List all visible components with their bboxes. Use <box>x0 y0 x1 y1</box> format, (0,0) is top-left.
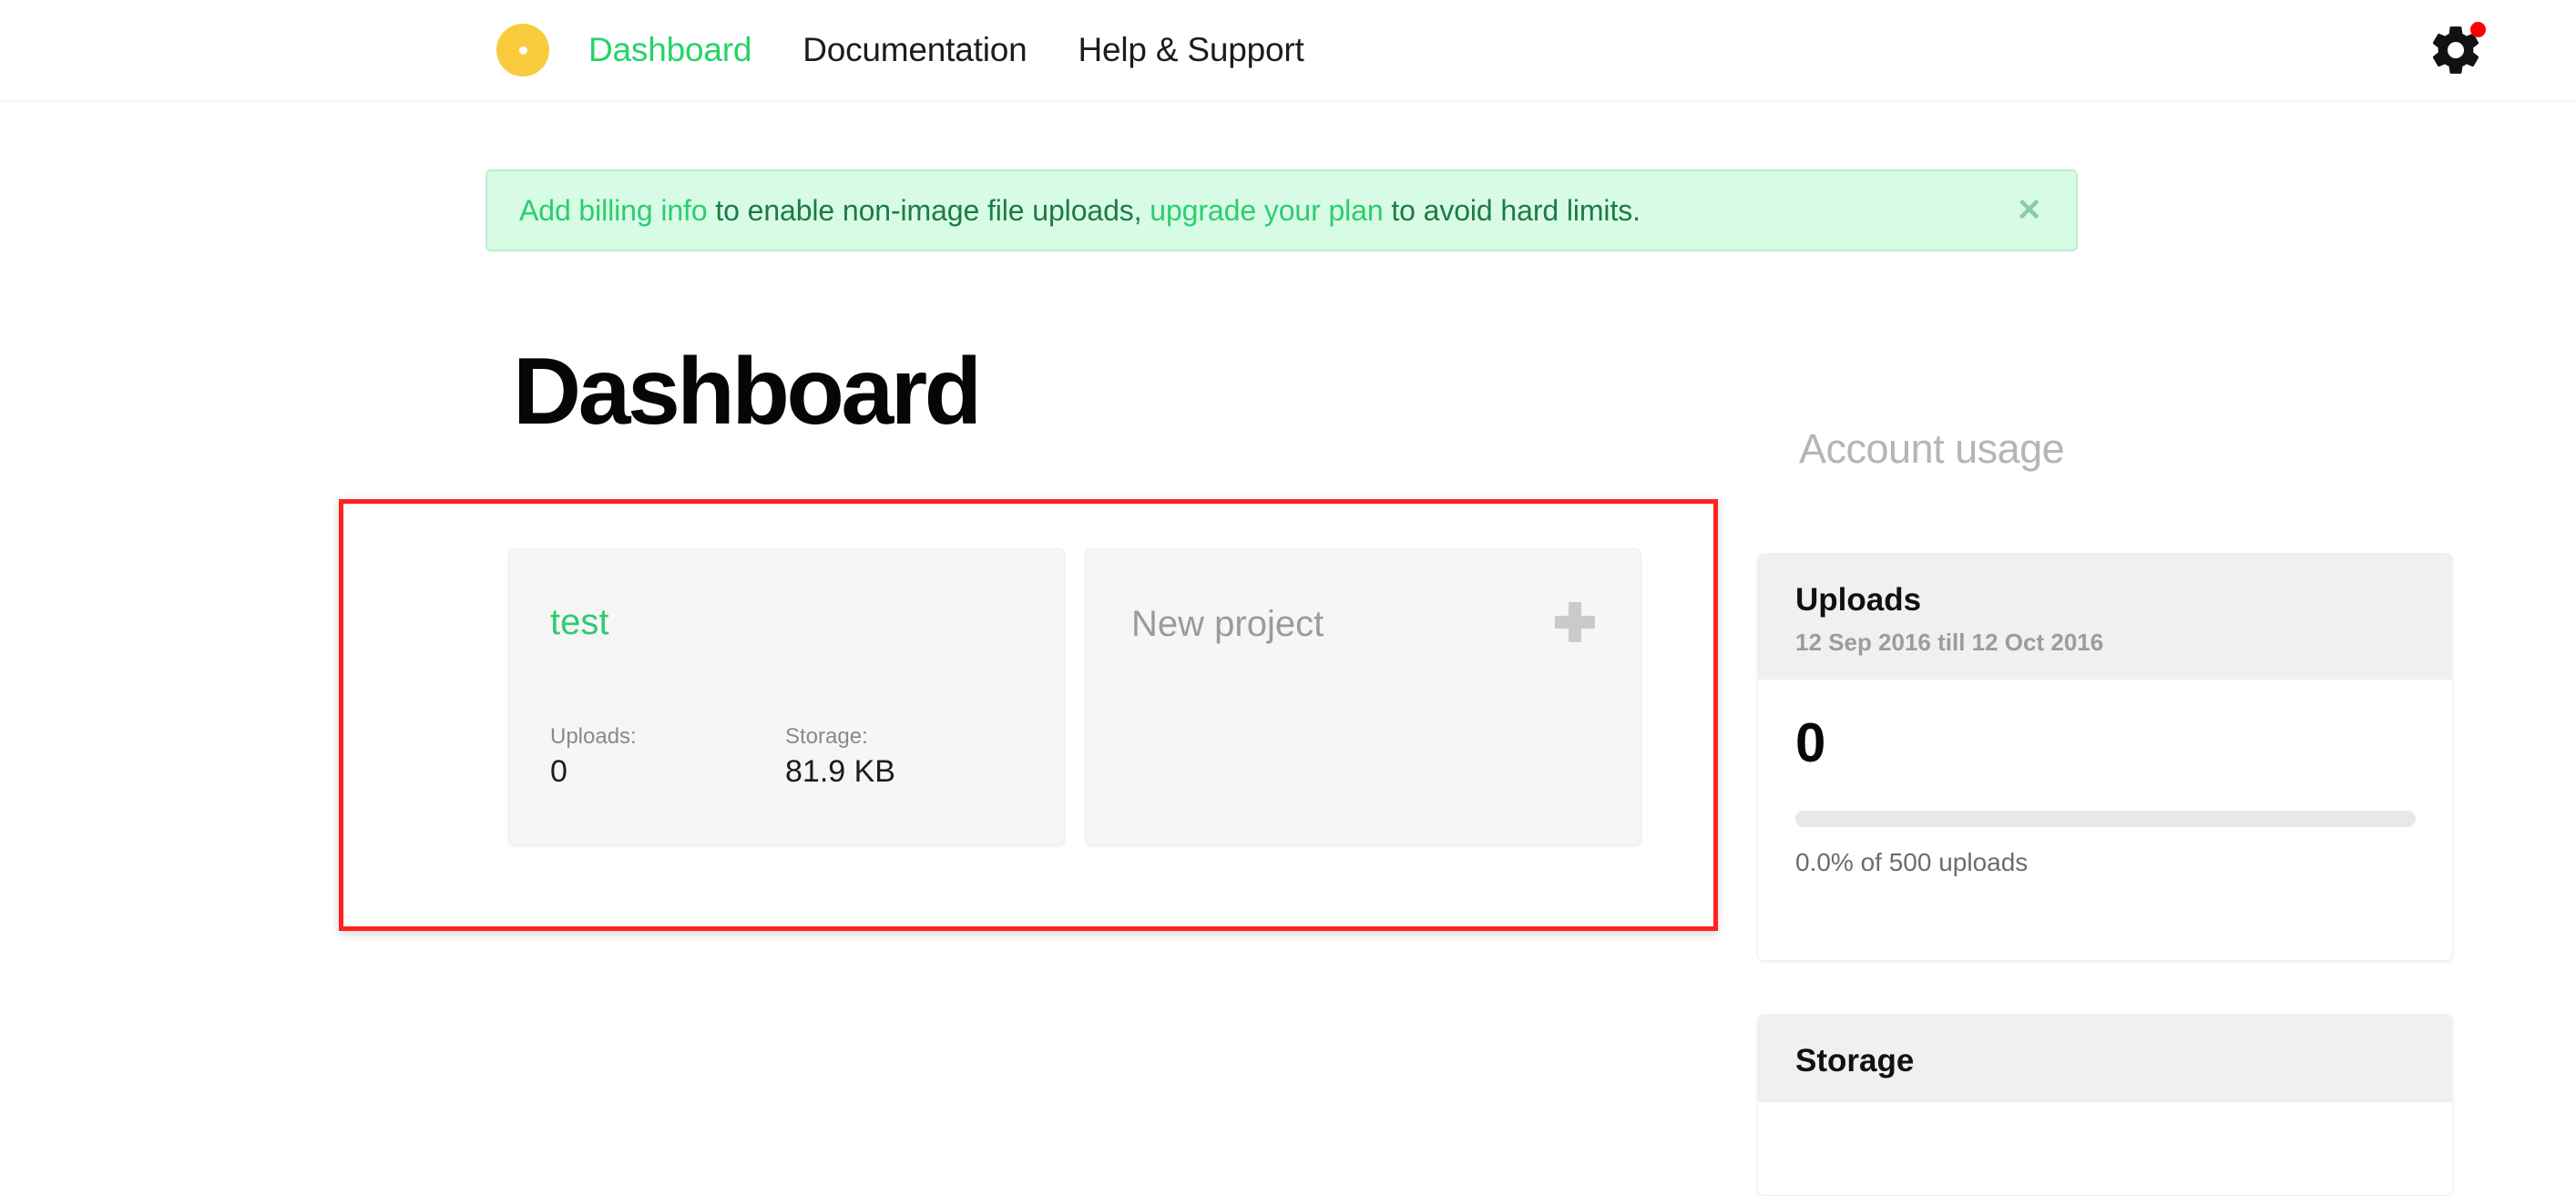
notification-badge-dot <box>2470 22 2486 37</box>
project-card-test[interactable]: test Uploads: 0 Storage: 81.9 KB <box>508 548 1065 845</box>
new-project-label: New project <box>1131 604 1324 644</box>
usage-card-storage: Storage <box>1757 1014 2453 1196</box>
project-name-link[interactable]: test <box>550 602 608 643</box>
banner-end-text: to avoid hard limits. <box>1383 193 1641 227</box>
usage-card-uploads: Uploads 12 Sep 2016 till 12 Oct 2016 0 0… <box>1757 553 2453 961</box>
banner-mid-text: to enable non-image file uploads, <box>707 193 1150 227</box>
project-stat-uploads: Uploads: 0 <box>550 725 785 787</box>
usage-card-uploads-title: Uploads <box>1795 582 1922 618</box>
project-stat-uploads-value: 0 <box>550 754 567 790</box>
circle-logo-icon[interactable] <box>496 24 549 77</box>
gear-icon[interactable] <box>2428 22 2486 78</box>
nav-left-group: Dashboard Documentation Help & Support <box>496 24 1304 77</box>
account-usage-title: Account usage <box>1799 425 2065 472</box>
uploads-progress-bar <box>1795 811 2416 827</box>
close-icon[interactable]: ✕ <box>2017 195 2043 226</box>
usage-card-uploads-daterange: 12 Sep 2016 till 12 Oct 2016 <box>1795 629 2104 656</box>
project-stat-storage-value: 81.9 KB <box>785 754 895 790</box>
page-title: Dashboard <box>513 339 982 445</box>
projects-list: test Uploads: 0 Storage: 81.9 KB New pro… <box>508 548 1641 845</box>
nav-links: Dashboard Documentation Help & Support <box>588 31 1304 69</box>
usage-card-storage-header: Storage <box>1758 1015 2452 1102</box>
project-stat-uploads-label: Uploads: <box>550 724 637 749</box>
usage-card-uploads-body: 0 0.0% of 500 uploads <box>1758 680 2452 875</box>
project-stats: Uploads: 0 Storage: 81.9 KB <box>550 725 1020 787</box>
new-project-card[interactable]: New project <box>1085 548 1641 845</box>
top-navigation-bar: Dashboard Documentation Help & Support <box>0 0 2576 102</box>
nav-link-help-support[interactable]: Help & Support <box>1078 31 1303 69</box>
usage-card-storage-title: Storage <box>1795 1043 1915 1078</box>
nav-link-dashboard[interactable]: Dashboard <box>588 31 751 69</box>
plus-icon[interactable] <box>1555 602 1595 642</box>
billing-info-banner: Add billing info to enable non-image fil… <box>486 169 2078 251</box>
add-billing-info-link[interactable]: Add billing info <box>519 194 708 227</box>
usage-card-uploads-header: Uploads 12 Sep 2016 till 12 Oct 2016 <box>1758 554 2452 680</box>
banner-message: Add billing info to enable non-image fil… <box>519 194 1641 228</box>
usage-card-uploads-count: 0 <box>1795 712 1825 773</box>
logo-center-dot <box>518 46 527 55</box>
nav-link-documentation[interactable]: Documentation <box>802 31 1027 69</box>
uploads-progress-caption: 0.0% of 500 uploads <box>1795 848 2029 876</box>
project-stat-storage: Storage: 81.9 KB <box>785 725 1020 787</box>
upgrade-plan-link[interactable]: upgrade your plan <box>1150 194 1383 227</box>
project-stat-storage-label: Storage: <box>785 724 868 749</box>
